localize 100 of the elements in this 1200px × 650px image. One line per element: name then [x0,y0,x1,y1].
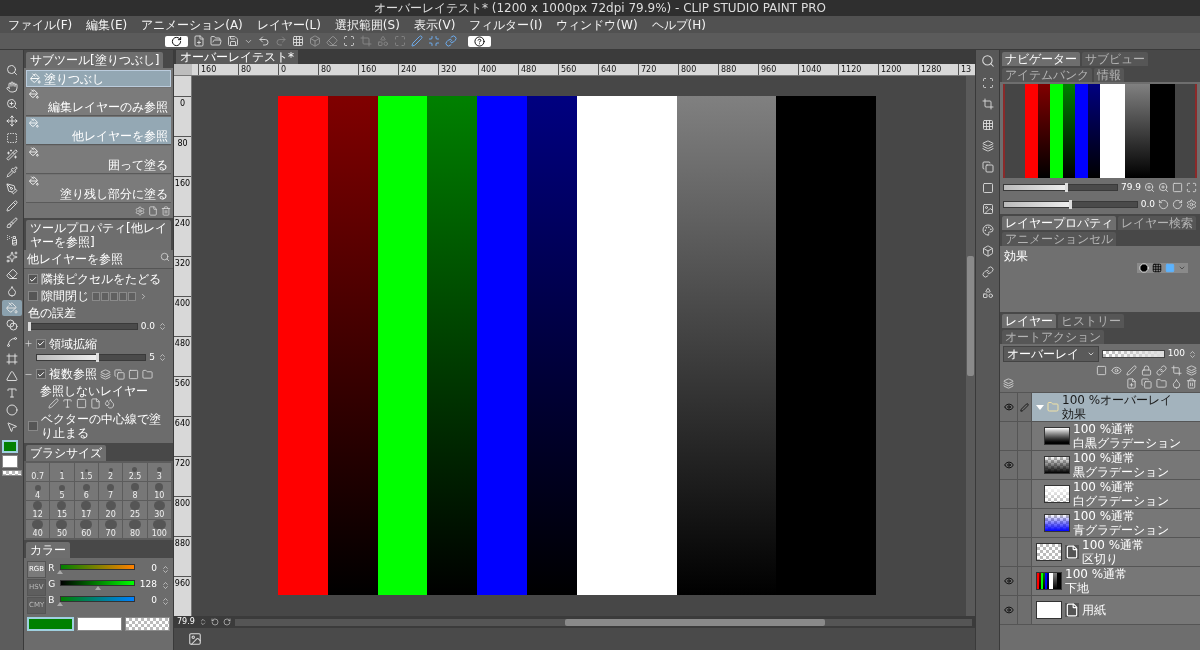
effect-buttons[interactable] [1137,263,1188,273]
square-icon[interactable] [128,368,139,380]
eye-icon[interactable] [1003,402,1014,412]
menu-item[interactable]: アニメーション(A) [141,17,243,32]
slider-thumb[interactable] [95,352,99,362]
square-icon[interactable] [76,398,87,409]
checkbox[interactable] [36,338,46,349]
brush-size-cell[interactable]: 6 [74,482,98,500]
brush-size-cell[interactable]: 1.5 [74,463,98,481]
opacity-slider[interactable] [1102,350,1165,358]
brush-size-cell[interactable]: 4 [26,482,50,500]
brush-size-cell[interactable]: 20 [99,501,123,519]
panel-tab[interactable]: ナビゲーター [1002,52,1080,66]
spinner-icon[interactable] [1188,349,1197,359]
channel-slider[interactable] [60,580,135,590]
panel-tab[interactable]: アイテムバンク [1002,68,1092,82]
save-icon[interactable] [227,35,239,47]
caret-icon[interactable] [1087,350,1095,358]
spinner-icon[interactable] [161,596,170,606]
menu-item[interactable]: ファイル(F) [8,17,73,32]
new-layer-icon[interactable] [1126,378,1137,389]
layers-icon[interactable] [1003,378,1014,389]
subtool-group[interactable]: 塗りつぶし [26,70,171,87]
slider-track[interactable] [36,353,147,361]
panel-tab[interactable]: ツールプロパティ[他レイヤーを参照] [26,220,171,250]
subtool-item[interactable]: 他レイヤーを参照 [26,117,171,145]
shapes-icon[interactable] [981,287,994,299]
file-icon[interactable] [90,398,101,409]
maximize-icon[interactable] [1186,182,1197,194]
copy-icon[interactable] [981,161,994,173]
spinner-icon[interactable] [161,580,170,590]
brush-size-cell[interactable]: 70 [99,520,123,538]
layer-row[interactable]: 100 %通常 白グラデーション [1032,480,1200,508]
slider-thumb[interactable] [1065,183,1069,193]
panel-tab[interactable]: アニメーションセル [1002,232,1116,246]
panel-tab[interactable]: レイヤー [1002,314,1056,328]
undo-icon[interactable] [258,35,270,47]
color-swatch[interactable] [27,617,74,631]
slider-track[interactable] [28,323,138,331]
vertical-scrollbar[interactable] [966,76,975,616]
redo-icon[interactable] [275,35,287,47]
settings-icon[interactable] [135,206,145,216]
color-swatch[interactable] [1,440,18,453]
slider-thumb[interactable] [28,322,31,332]
brush-size-cell[interactable]: 5 [50,482,74,500]
spinner-icon[interactable] [161,564,170,574]
slider-track[interactable] [1003,200,1138,208]
eye-icon[interactable] [1003,605,1014,615]
menu-item[interactable]: 編集(E) [86,17,128,32]
transform-icon[interactable] [343,35,355,47]
lock-icon[interactable] [1141,365,1152,376]
menu-item[interactable]: ウィンドウ(W) [556,17,638,32]
checkbox[interactable] [28,274,38,284]
blend-mode-dropdown[interactable]: オーバーレイ [1003,346,1099,362]
layer-row[interactable]: 用紙 [1032,596,1200,624]
brush-size-cell[interactable]: 2.5 [123,463,147,481]
color-swatch[interactable] [77,617,122,631]
brush-size-cell[interactable]: 15 [50,501,74,519]
copy-icon[interactable] [1141,378,1152,389]
menu-item[interactable]: フィルター(I) [469,17,543,32]
link-icon[interactable] [445,35,457,47]
subtool-item[interactable]: 塗り残し部分に塗る [26,175,171,203]
minimize-icon[interactable] [428,35,440,47]
menu-item[interactable]: 選択範囲(S) [334,17,400,32]
text-icon[interactable] [62,398,73,409]
panel-tab[interactable]: カラー [26,542,70,558]
help-button[interactable] [468,35,491,47]
brush-size-cell[interactable]: 2 [99,463,123,481]
menu-item[interactable]: レイヤー(L) [256,17,321,32]
rotate-left-icon[interactable] [210,618,219,626]
rotate-right-icon[interactable] [1172,198,1183,210]
layer-row[interactable]: 100 %通常 黒グラデーション [1032,451,1200,479]
menu-item[interactable]: 表示(V) [413,17,456,32]
eye-icon[interactable] [1003,460,1014,470]
search-icon[interactable] [980,54,995,68]
brush-size-cell[interactable]: 100 [147,520,171,538]
menu-item[interactable]: ヘルプ(H) [651,17,706,32]
copy-icon[interactable] [114,368,125,380]
expand-icon[interactable] [24,339,33,348]
folder-icon[interactable] [1156,378,1167,389]
palette-icon[interactable] [981,224,994,236]
brush-size-cell[interactable]: 8 [123,482,147,500]
checkbox[interactable] [36,369,46,379]
layer-row[interactable]: 100 %通常 区切り [1032,538,1200,566]
droplets-icon[interactable] [104,398,115,409]
layers-icon[interactable] [981,140,994,152]
slider-thumb[interactable] [1069,199,1073,209]
spinner-icon[interactable] [198,618,207,626]
folder-icon[interactable] [142,368,153,380]
layer-row[interactable]: 100 %通常 白黒グラデーション [1032,422,1200,450]
paint-bucket-icon[interactable] [1,300,22,316]
slider-track[interactable] [1003,184,1118,192]
panel-tab[interactable]: ヒストリー [1058,314,1124,328]
spinner-icon[interactable] [158,322,167,332]
grid-icon[interactable] [292,35,304,47]
pen-icon[interactable] [48,398,59,409]
transparent-swatch[interactable] [125,617,170,631]
spinner-icon[interactable] [158,352,167,362]
image-icon[interactable] [981,203,994,215]
brush-size-cell[interactable]: 17 [74,501,98,519]
